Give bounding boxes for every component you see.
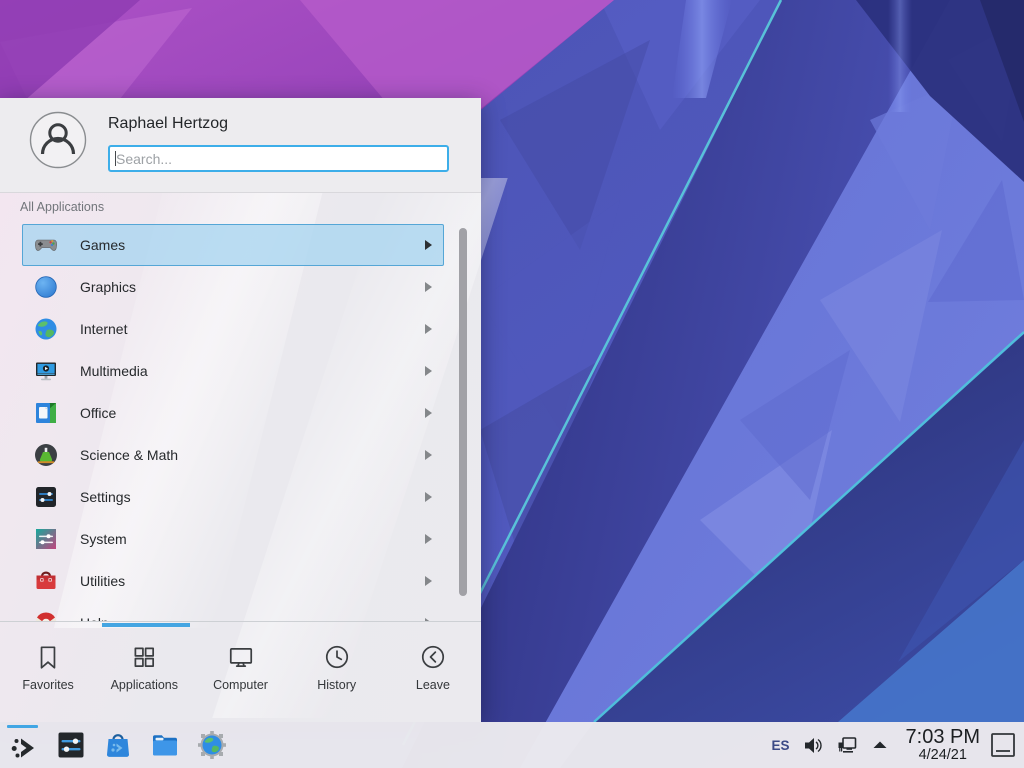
category-row-office[interactable]: Office — [22, 392, 444, 434]
category-row-utilities[interactable]: Utilities — [22, 560, 444, 602]
user-avatar — [29, 111, 87, 169]
gamepad-icon — [33, 232, 59, 258]
shopping-bag-icon — [103, 730, 133, 760]
category-label: Settings — [80, 489, 131, 505]
category-label: Games — [80, 237, 125, 253]
category-label: Graphics — [80, 279, 136, 295]
user-name: Raphael Hertzog — [108, 115, 228, 133]
tab-label: History — [317, 678, 356, 692]
toolbox-icon — [33, 568, 59, 594]
kde-kicker-icon — [9, 733, 39, 763]
tray-expand-arrow[interactable] — [870, 735, 890, 755]
list-scrollbar[interactable] — [459, 228, 467, 596]
category-label: Internet — [80, 321, 127, 337]
text-caret — [115, 151, 116, 166]
document-icon — [33, 400, 59, 426]
globe-icon — [33, 316, 59, 342]
category-row-science-math[interactable]: Science & Math — [22, 434, 444, 476]
submenu-arrow-icon — [425, 576, 432, 586]
launcher-header: Raphael Hertzog — [0, 98, 481, 193]
web-browser-launcher[interactable] — [196, 729, 228, 761]
sphere-icon — [33, 274, 59, 300]
category-row-internet[interactable]: Internet — [22, 308, 444, 350]
bookmark-icon — [34, 643, 62, 671]
media-monitor-icon — [33, 358, 59, 384]
desktop: Raphael Hertzog All Applications Games — [0, 0, 1024, 768]
lifebuoy-icon — [33, 610, 59, 621]
taskbar-panel: ES 7:03 PM — [0, 722, 1024, 768]
tab-label: Leave — [416, 678, 450, 692]
category-label: System — [80, 531, 127, 547]
network-icon[interactable] — [836, 734, 858, 756]
category-label: Office — [80, 405, 116, 421]
tab-label: Applications — [111, 678, 178, 692]
category-label: Science & Math — [80, 447, 178, 463]
launcher-footer: Favorites Applications Computer — [0, 621, 481, 723]
monitor-icon — [227, 643, 255, 671]
active-tab-indicator — [102, 623, 190, 627]
search-input[interactable] — [108, 145, 449, 172]
application-category-list: Games Graphics Intern — [0, 224, 481, 621]
category-row-system[interactable]: System — [22, 518, 444, 560]
tab-label: Favorites — [22, 678, 73, 692]
grid-icon — [130, 643, 158, 671]
category-label: Utilities — [80, 573, 125, 589]
open-task-indicator — [7, 725, 38, 728]
system-tray: ES 7:03 PM — [772, 727, 1017, 763]
submenu-arrow-icon — [425, 450, 432, 460]
submenu-arrow-icon — [425, 324, 432, 334]
folder-icon — [150, 730, 180, 760]
category-row-multimedia[interactable]: Multimedia — [22, 350, 444, 392]
application-launcher-popup: Raphael Hertzog All Applications Games — [0, 98, 481, 722]
category-row-help[interactable]: Help — [22, 602, 444, 621]
file-manager-launcher[interactable] — [149, 729, 181, 761]
volume-icon[interactable] — [803, 735, 824, 756]
category-row-games[interactable]: Games — [22, 224, 444, 266]
tab-history[interactable]: History — [289, 622, 385, 723]
clock-date: 4/24/21 — [906, 748, 980, 763]
submenu-arrow-icon — [425, 492, 432, 502]
submenu-arrow-icon — [425, 240, 432, 250]
show-desktop-button[interactable] — [990, 732, 1016, 758]
sliders-gradient-icon — [33, 526, 59, 552]
submenu-arrow-icon — [425, 366, 432, 376]
application-launcher-button[interactable] — [8, 732, 40, 764]
discover-launcher[interactable] — [102, 729, 134, 761]
settings-sliders-icon — [56, 730, 86, 760]
system-settings-launcher[interactable] — [55, 729, 87, 761]
submenu-arrow-icon — [425, 282, 432, 292]
tab-leave[interactable]: Leave — [385, 622, 481, 723]
tab-computer[interactable]: Computer — [192, 622, 288, 723]
submenu-arrow-icon — [425, 408, 432, 418]
tab-favorites[interactable]: Favorites — [0, 622, 96, 723]
clock[interactable]: 7:03 PM 4/24/21 — [906, 727, 980, 763]
flask-icon — [33, 442, 59, 468]
tab-applications[interactable]: Applications — [96, 622, 192, 723]
section-label: All Applications — [20, 200, 104, 214]
category-row-graphics[interactable]: Graphics — [22, 266, 444, 308]
category-label: Multimedia — [80, 363, 148, 379]
sliders-dark-icon — [33, 484, 59, 510]
leave-circle-icon — [419, 643, 447, 671]
clock-time: 7:03 PM — [906, 727, 980, 748]
clock-icon — [323, 643, 351, 671]
category-row-settings[interactable]: Settings — [22, 476, 444, 518]
globe-gear-icon — [197, 730, 227, 760]
submenu-arrow-icon — [425, 534, 432, 544]
keyboard-layout-indicator[interactable]: ES — [772, 738, 790, 753]
tab-label: Computer — [213, 678, 268, 692]
